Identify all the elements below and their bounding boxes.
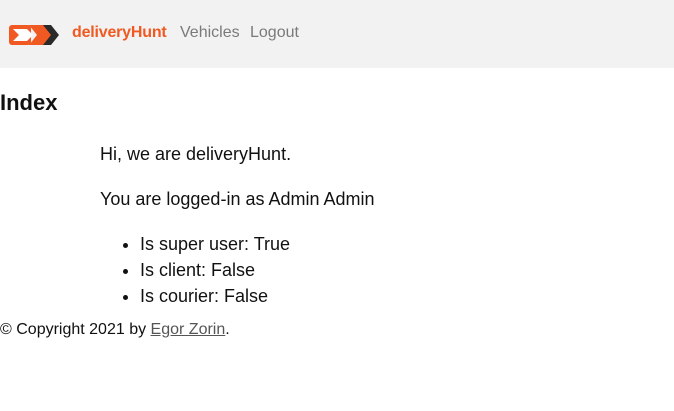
greeting-text: Hi, we are deliveryHunt. <box>100 144 292 164</box>
main-content: Hi, we are deliveryHunt. You are logged-… <box>100 141 375 309</box>
author-link[interactable]: Egor Zorin <box>151 321 226 338</box>
footer-period: . <box>225 321 230 338</box>
copyright-text: © Copyright 2021 by <box>0 321 151 338</box>
role-courier: Is courier: False <box>140 283 375 309</box>
brand-link[interactable]: deliveryHunt <box>72 24 167 42</box>
brand-logo-icon[interactable] <box>9 23 59 47</box>
page-title: Index <box>0 90 58 115</box>
nav-vehicles-link[interactable]: Vehicles <box>180 24 240 42</box>
role-superuser: Is super user: True <box>140 231 375 257</box>
role-client: Is client: False <box>140 257 375 283</box>
logged-in-text: You are logged-in as Admin Admin <box>100 189 375 209</box>
role-list: Is super user: True Is client: False Is … <box>100 231 375 309</box>
nav-logout-link[interactable]: Logout <box>250 24 299 42</box>
footer: © Copyright 2021 by Egor Zorin. <box>0 320 230 340</box>
navbar: deliveryHunt Vehicles Logout <box>0 0 674 68</box>
